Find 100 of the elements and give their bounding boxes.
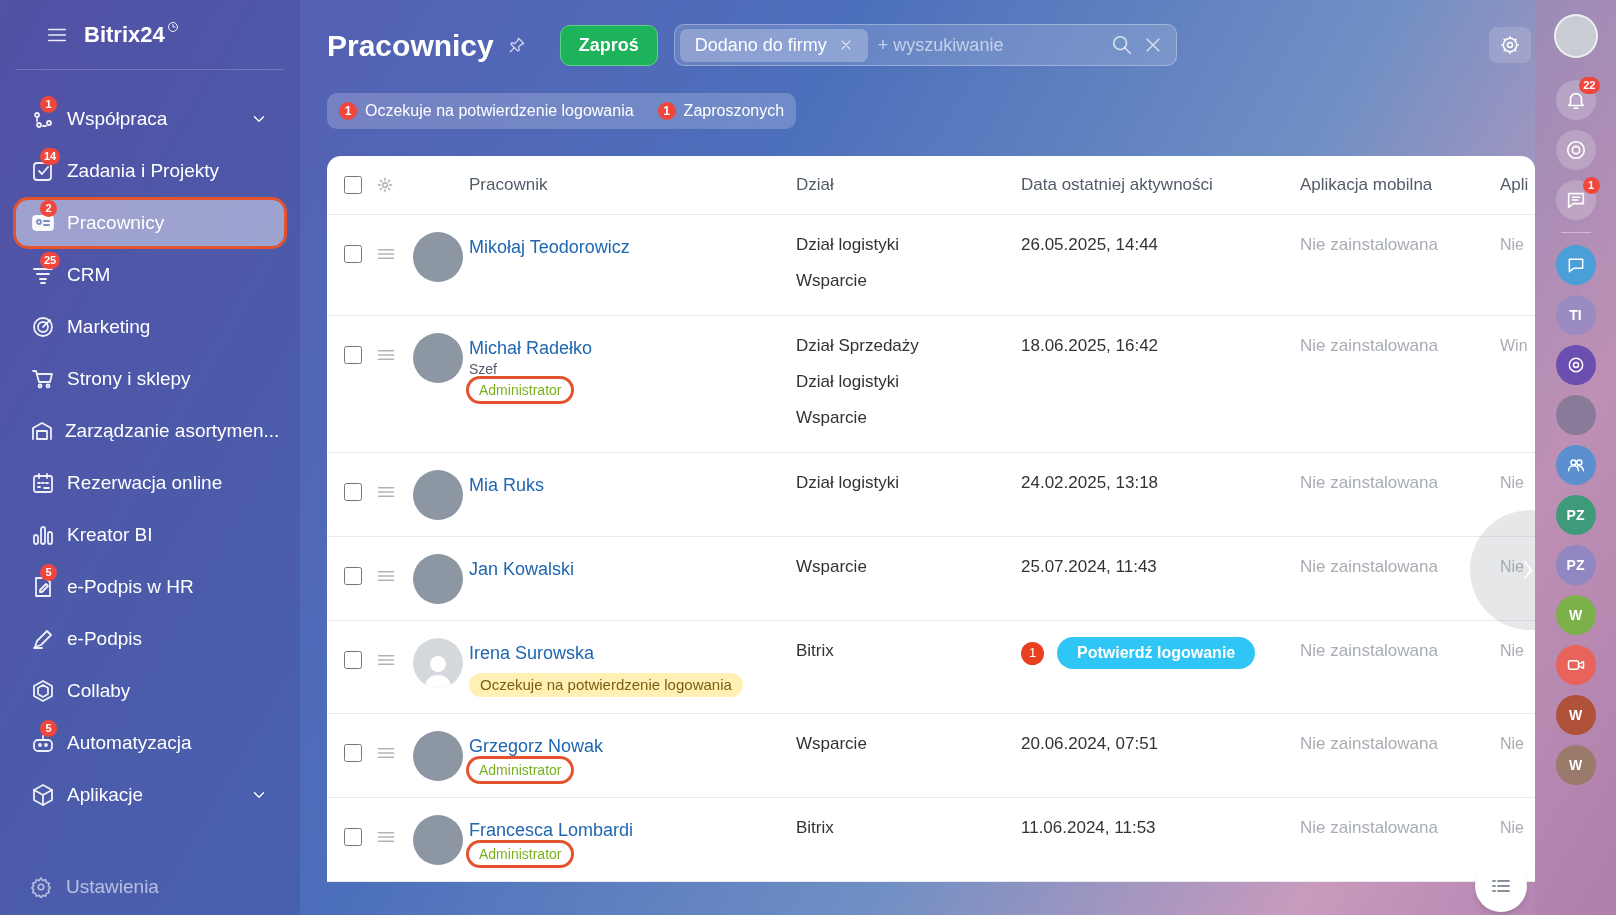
- employee-name-link[interactable]: Jan Kowalski: [469, 557, 575, 581]
- close-icon: [838, 38, 853, 52]
- activity-date: 11.06.2024, 11:53: [1021, 818, 1156, 837]
- settings-button[interactable]: [1489, 27, 1531, 63]
- counter-badge: 5: [40, 564, 57, 581]
- checkbox-icon: [31, 159, 55, 183]
- sidebar-item[interactable]: Collaby: [16, 668, 284, 714]
- settings-icon: [30, 875, 52, 898]
- role-badge: Administrator: [469, 759, 572, 781]
- row-checkbox[interactable]: [344, 567, 362, 585]
- sidebar-item[interactable]: 2 Pracownicy: [16, 200, 284, 246]
- photo-placeholder: [413, 470, 463, 520]
- sidebar-item[interactable]: e-Podpis: [16, 616, 284, 662]
- counter-badge: 1: [1021, 641, 1044, 665]
- sidebar-item[interactable]: Rezerwacja online: [16, 460, 284, 506]
- activity-date: 25.07.2024, 11:43: [1021, 557, 1157, 576]
- settings-icon: [1500, 35, 1520, 55]
- chat-avatar[interactable]: [1555, 345, 1596, 385]
- column-header[interactable]: Pracownik: [469, 172, 796, 198]
- counter-badge: 5: [40, 720, 57, 737]
- employee-name-link[interactable]: Irena Surowska: [469, 641, 595, 665]
- employee-name-link[interactable]: Michał Radełko: [469, 336, 593, 360]
- mobile-app-status: Nie zainstalowana: [1300, 817, 1439, 839]
- employee-name-link[interactable]: Mikołaj Teodorowicz: [469, 235, 630, 259]
- column-header[interactable]: Data ostatniej aktywności: [1021, 172, 1300, 198]
- employee-name-link[interactable]: Francesca Lombardi: [469, 818, 634, 842]
- row-checkbox[interactable]: [344, 828, 362, 846]
- employee-name-link[interactable]: Grzegorz Nowak: [469, 734, 604, 758]
- settings-link[interactable]: Ustawienia: [30, 872, 159, 901]
- sidebar-item[interactable]: 25 CRM: [16, 252, 284, 298]
- chat-avatar[interactable]: W: [1555, 695, 1596, 735]
- department-text: Dział Sprzedaży: [796, 335, 920, 357]
- hexagon-icon: [31, 679, 55, 703]
- row-checkbox[interactable]: [344, 744, 362, 762]
- activity-date: 24.02.2025, 13:18: [1021, 473, 1159, 492]
- department-text: Wsparcie: [796, 556, 868, 578]
- activity-date: 26.05.2025, 14:44: [1021, 235, 1159, 254]
- quick-filter[interactable]: 1 Zaproszonych: [657, 99, 785, 123]
- role-badge: Administrator: [469, 843, 572, 865]
- warehouse-icon: [30, 419, 54, 443]
- row-checkbox[interactable]: [344, 483, 362, 501]
- photo-placeholder: [413, 815, 463, 865]
- chat-avatar[interactable]: [1555, 445, 1596, 485]
- sidebar-item[interactable]: 1 Współpraca: [16, 96, 284, 142]
- sidebar-item[interactable]: Aplikacje: [16, 772, 284, 818]
- pen-icon: [31, 627, 55, 651]
- counter-badge: 1: [40, 96, 57, 113]
- column-header[interactable]: Apli: [1500, 172, 1535, 198]
- quick-filter[interactable]: 1 Oczekuje na potwierdzenie logowania: [339, 99, 634, 123]
- department-text: Bitrix: [796, 640, 835, 662]
- column-header[interactable]: Dział: [796, 172, 1021, 198]
- column-header[interactable]: Aplikacja mobilna: [1300, 172, 1500, 198]
- mobile-app-status: Nie zainstalowana: [1300, 234, 1439, 256]
- page-title: Pracownicy: [327, 27, 494, 64]
- photo-placeholder: [413, 731, 463, 781]
- department-text: Dział logistyki: [796, 472, 900, 494]
- user-avatar[interactable]: [1553, 14, 1598, 58]
- sidebar-item[interactable]: 5 e-Podpis w HR: [16, 564, 284, 610]
- select-all-checkbox[interactable]: [344, 176, 362, 194]
- counter-badge: 2: [40, 200, 57, 217]
- sidebar-item[interactable]: Kreator BI: [16, 512, 284, 558]
- row-checkbox[interactable]: [344, 651, 362, 669]
- counter-badge: 22: [1579, 77, 1600, 94]
- chat-avatar[interactable]: [1555, 245, 1596, 285]
- status-badge: Oczekuje na potwierdzenie logowania: [469, 673, 743, 697]
- sidebar-item[interactable]: 14 Zadania i Projekty: [16, 148, 284, 194]
- table-cell-text: Nie: [1500, 473, 1524, 493]
- cart-icon: [31, 367, 55, 391]
- clock-icon: [166, 21, 179, 33]
- list-menu-button[interactable]: [1475, 860, 1527, 912]
- department-text: Dział logistyki: [796, 371, 900, 393]
- avatar-placeholder: [413, 638, 463, 688]
- department-text: Wsparcie: [796, 407, 868, 429]
- calendar-icon: [31, 471, 55, 495]
- mobile-app-status: Nie zainstalowana: [1300, 556, 1439, 578]
- sidebar-item[interactable]: Strony i sklepy: [16, 356, 284, 402]
- department-text: Wsparcie: [796, 733, 868, 755]
- sidebar-item[interactable]: Zarządzanie asortymen...: [16, 408, 284, 454]
- sidebar-item[interactable]: Marketing: [16, 304, 284, 350]
- table-cell-text: Nie: [1500, 641, 1524, 661]
- position-text: Szef: [469, 360, 497, 378]
- chat-avatar[interactable]: PZ: [1555, 545, 1596, 585]
- activity-date: 18.06.2025, 16:42: [1021, 336, 1159, 355]
- row-checkbox[interactable]: [344, 245, 362, 263]
- target-icon: [31, 315, 55, 339]
- counter-badge: 1: [1582, 177, 1600, 194]
- box-icon: [31, 783, 55, 807]
- employee-name-link[interactable]: Mia Ruks: [469, 473, 544, 497]
- department-text: Dział logistyki: [796, 234, 900, 256]
- copilot-button[interactable]: [1555, 130, 1596, 170]
- photo-placeholder: [413, 554, 463, 604]
- chat-avatar[interactable]: PZ: [1555, 495, 1596, 535]
- spiral-icon: [1564, 139, 1587, 161]
- row-checkbox[interactable]: [344, 346, 362, 364]
- chat-avatar[interactable]: [1555, 645, 1596, 685]
- counter-badge: 14: [40, 148, 61, 165]
- chat-avatar[interactable]: W: [1555, 745, 1596, 785]
- settings-icon: [376, 176, 394, 194]
- sidebar-item[interactable]: 5 Automatyzacja: [16, 720, 284, 766]
- bar-chart-icon: [31, 523, 55, 547]
